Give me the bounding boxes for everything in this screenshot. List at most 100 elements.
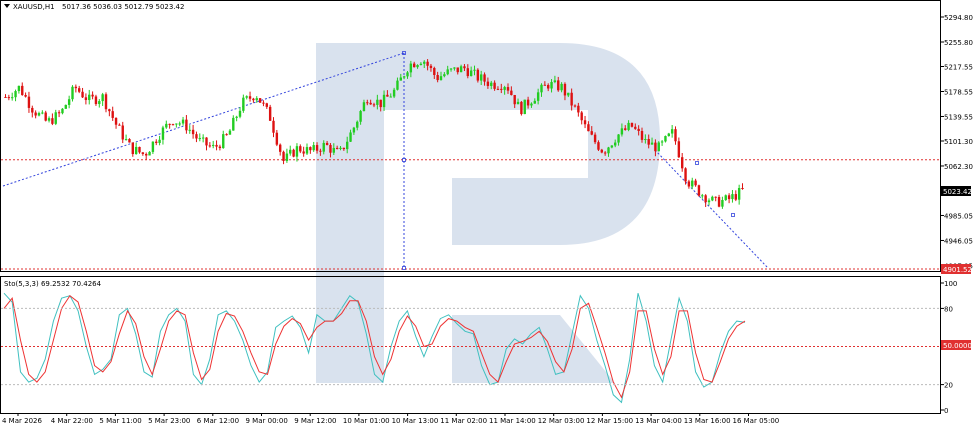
candle-body: [91, 94, 94, 97]
price-chart[interactable]: 5294.80 5255.80 5217.55 5178.55 5139.55 5101.…: [0, 0, 973, 426]
candle-body: [433, 67, 436, 76]
candle-body: [402, 76, 406, 78]
candle-body: [27, 96, 31, 108]
candle-body: [17, 85, 21, 92]
time-tick-label: 16 Mar 05:00: [733, 417, 780, 425]
candle-body: [225, 134, 228, 136]
candle-body: [292, 149, 295, 157]
candle-body: [362, 102, 366, 112]
candle-body: [600, 149, 603, 153]
candle-body: [543, 84, 547, 86]
time-tick-label: 12 Mar 15:00: [586, 417, 633, 425]
candle-body: [11, 97, 14, 99]
candle-body: [630, 122, 634, 127]
candle-body: [325, 142, 329, 145]
candle-body: [245, 96, 248, 98]
candle-body: [607, 147, 610, 154]
candle-body: [161, 127, 165, 140]
candle-body: [118, 124, 121, 126]
candle-body: [684, 168, 687, 182]
candle-body: [536, 92, 540, 101]
candle-body: [667, 133, 670, 137]
candle-body: [687, 181, 691, 187]
candle-body: [168, 123, 171, 125]
candle-body: [717, 197, 721, 207]
time-tick-label: 9 Mar 00:00: [246, 417, 288, 425]
candle-body: [302, 151, 305, 154]
candle-body: [208, 145, 212, 147]
candle-body: [312, 145, 315, 151]
candle-body: [37, 113, 41, 116]
time-tick-label: 11 Mar 14:00: [489, 417, 536, 425]
candle-body: [707, 200, 711, 203]
candle-body: [335, 147, 339, 149]
candle-body: [557, 80, 560, 91]
candle-body: [734, 194, 737, 200]
candle-body: [279, 144, 282, 152]
candle-body: [94, 96, 98, 105]
time-tick-label: 13 Mar 16:00: [684, 417, 731, 425]
candle-body: [429, 65, 433, 68]
candle-body: [724, 195, 727, 201]
price-tick-label: 5139.55: [944, 113, 973, 121]
candle-body: [356, 121, 359, 128]
candle-body: [61, 108, 64, 114]
candle-body: [332, 147, 335, 153]
candle-body: [389, 96, 392, 98]
candle-body: [526, 99, 530, 106]
candle-body: [637, 128, 640, 131]
candle-body: [516, 101, 520, 105]
candle-body: [573, 105, 577, 107]
trend-line: [654, 149, 769, 269]
candle-body: [349, 132, 352, 142]
candle-body: [624, 128, 627, 130]
candle-body: [155, 141, 158, 143]
candle-body: [590, 131, 593, 135]
candle-body: [660, 141, 664, 143]
candle-body: [583, 120, 587, 125]
dropdown-triangle-icon[interactable]: [4, 4, 10, 8]
candle-body: [711, 196, 714, 201]
candle-body: [701, 195, 704, 197]
candle-body: [570, 92, 573, 106]
candle-body: [111, 111, 114, 118]
candle-body: [681, 157, 684, 169]
time-tick-label: 9 Mar 12:00: [294, 417, 336, 425]
time-tick-label: 4 Mar 2026: [2, 417, 42, 425]
candle-body: [258, 98, 262, 103]
candle-body: [376, 99, 379, 105]
candle-body: [134, 146, 138, 155]
candle-body: [409, 63, 413, 73]
candle-body: [24, 94, 27, 97]
candle-body: [175, 123, 178, 125]
candle-body: [148, 151, 151, 156]
candle-body: [650, 142, 654, 145]
time-tick-label: 11 Mar 02:00: [440, 417, 487, 425]
candle-body: [540, 84, 543, 93]
candle-body: [191, 129, 195, 135]
candle-body: [268, 106, 272, 121]
time-tick-label: 10 Mar 01:00: [343, 417, 390, 425]
candle-body: [587, 124, 590, 132]
candle-body: [500, 88, 503, 90]
stoch-tick-label: 20: [944, 382, 953, 390]
candle-body: [64, 104, 67, 109]
candle-body: [195, 134, 198, 139]
price-tick-label: 4985.05: [944, 212, 973, 220]
candle-body: [275, 132, 279, 145]
candle-body: [436, 75, 439, 81]
candle-body: [731, 194, 734, 200]
candle-body: [423, 61, 426, 64]
candle-body: [456, 67, 459, 73]
candle-body: [490, 82, 493, 86]
candle-body: [165, 123, 168, 128]
candle-body: [369, 102, 372, 105]
candle-body: [218, 146, 222, 149]
candle-body: [54, 112, 57, 124]
price-tick-label: 5217.55: [944, 63, 973, 71]
candle-body: [560, 83, 563, 91]
candle-body: [31, 107, 34, 113]
candle-body: [627, 122, 630, 130]
candle-body: [520, 101, 523, 115]
candle-body: [215, 144, 218, 147]
